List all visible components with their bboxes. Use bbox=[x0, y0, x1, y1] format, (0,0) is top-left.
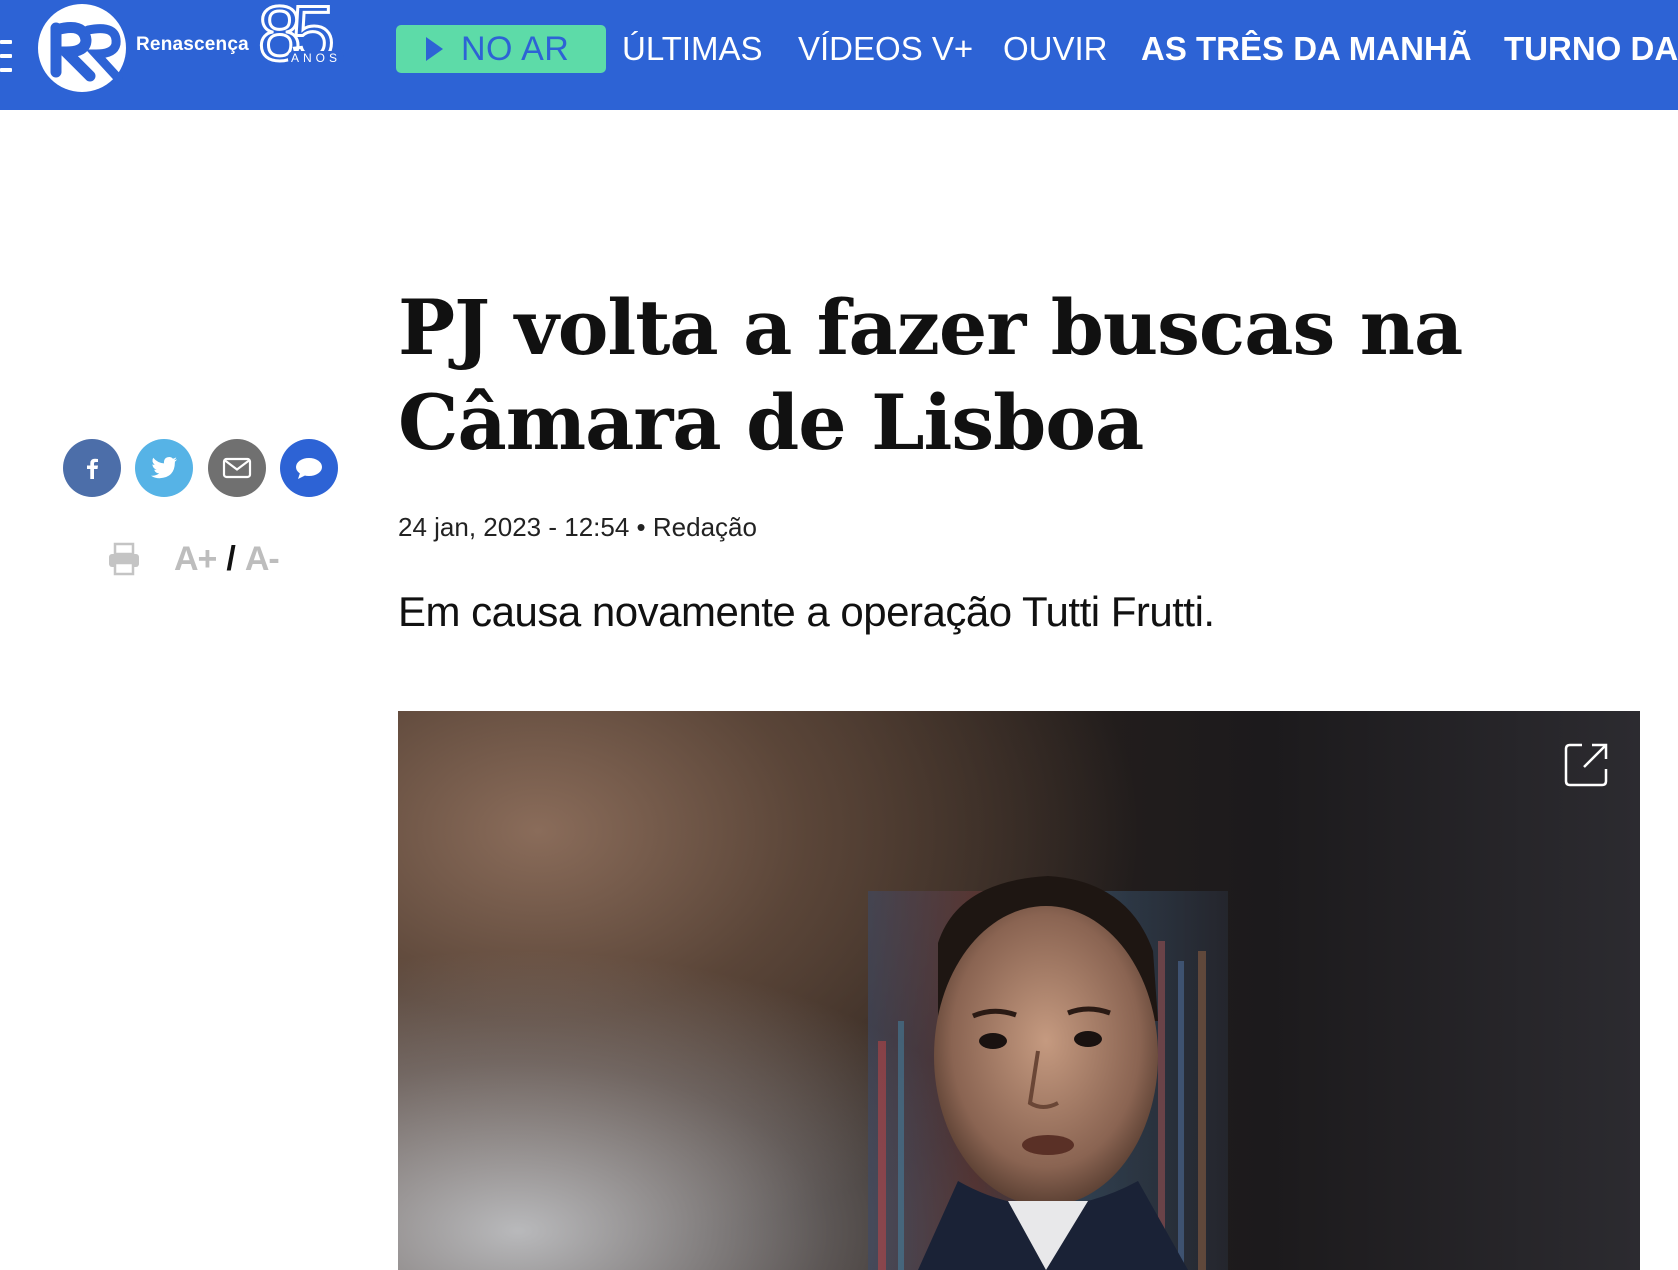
play-icon bbox=[426, 37, 443, 61]
article-title: PJ volta a fazer buscas na Câmara de Lis… bbox=[398, 283, 1463, 467]
font-decrease-button[interactable]: A- bbox=[245, 540, 280, 578]
photo-person-illustration bbox=[868, 876, 1228, 1270]
font-size-controls: A+ / A- bbox=[174, 539, 280, 579]
font-size-separator: / bbox=[226, 539, 236, 578]
share-facebook-button[interactable] bbox=[63, 439, 121, 497]
expand-image-icon[interactable] bbox=[1562, 741, 1610, 789]
nav-item-ouvir[interactable]: OUVIR bbox=[1003, 26, 1108, 72]
article-author[interactable]: Redação bbox=[653, 512, 757, 542]
meta-separator: • bbox=[636, 512, 646, 542]
facebook-icon bbox=[87, 458, 98, 479]
article-lead: Em causa novamente a operação Tutti Frut… bbox=[398, 588, 1215, 635]
article-meta: 24 jan, 2023 - 12:54 • Redação bbox=[398, 512, 757, 543]
article-photo[interactable] bbox=[398, 711, 1640, 1270]
share-email-button[interactable] bbox=[208, 439, 266, 497]
share-twitter-button[interactable] bbox=[135, 439, 193, 497]
nav-item-turno-da[interactable]: TURNO DA bbox=[1504, 26, 1678, 72]
nav-item-ultimas[interactable]: ÚLTIMAS bbox=[622, 26, 763, 72]
live-radio-label: NO AR bbox=[461, 29, 570, 68]
live-radio-button[interactable]: NO AR bbox=[396, 25, 606, 73]
menu-icon[interactable] bbox=[0, 40, 12, 74]
comment-icon bbox=[296, 458, 322, 479]
font-increase-button[interactable]: A+ bbox=[174, 540, 217, 578]
print-icon[interactable] bbox=[106, 541, 142, 577]
brand-name: Renascença bbox=[136, 34, 249, 55]
article-tools: A+ / A- bbox=[106, 538, 280, 580]
nav-item-as-tres-da-manha[interactable]: AS TRÊS DA MANHÃ bbox=[1141, 26, 1472, 72]
nav-item-videos[interactable]: VÍDEOS V+ bbox=[798, 26, 973, 72]
twitter-icon bbox=[151, 457, 177, 479]
comment-button[interactable] bbox=[280, 439, 338, 497]
email-icon bbox=[222, 457, 252, 479]
anniversary-word: ANOS bbox=[288, 51, 345, 65]
renascenca-rr-icon bbox=[38, 4, 126, 92]
top-navigation-bar: Renascença 85 ANOS NO AR ÚLTIMAS VÍDEOS … bbox=[0, 0, 1678, 110]
site-logo[interactable]: Renascença 85 ANOS bbox=[36, 0, 366, 100]
article-date: 24 jan, 2023 - 12:54 bbox=[398, 512, 630, 542]
